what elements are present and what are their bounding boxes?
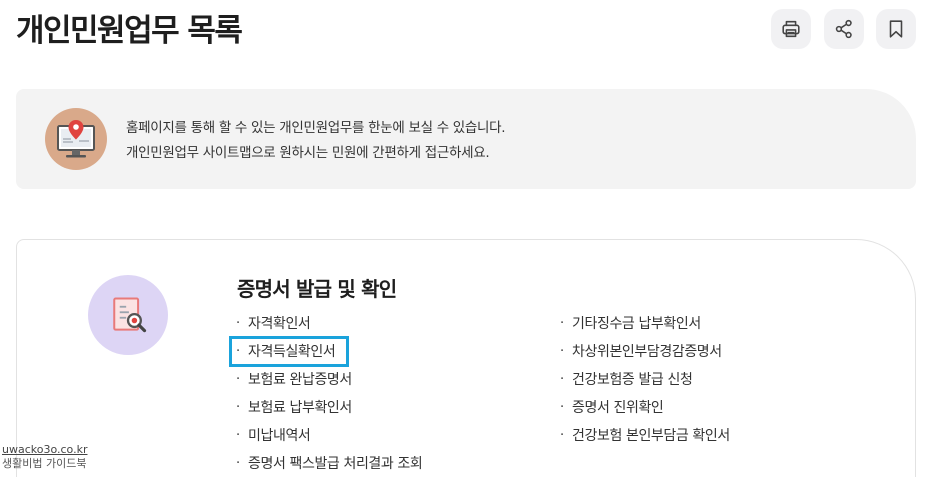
bullet: · [560, 372, 564, 387]
bookmark-button[interactable] [876, 9, 916, 49]
info-line-1: 홈페이지를 통해 할 수 있는 개인민원업무를 한눈에 보실 수 있습니다. [126, 120, 506, 136]
list-item[interactable]: · 보험료 완납증명서 [235, 366, 422, 394]
watermark: uwacko3o.co.kr 생활비법 가이드북 [2, 443, 87, 471]
bookmark-icon [889, 20, 903, 38]
page-title: 개인민원업무 목록 [16, 13, 243, 49]
list-item-highlighted[interactable]: · 자격득실확인서 [235, 338, 422, 366]
list-item[interactable]: · 보험료 납부확인서 [235, 394, 422, 422]
bullet: · [560, 316, 564, 331]
bullet: · [236, 400, 240, 415]
list-item[interactable]: · 건강보험 본인부담금 확인서 [559, 422, 730, 450]
watermark-caption: 생활비법 가이드북 [2, 457, 87, 470]
bullet: · [236, 316, 240, 331]
bullet: · [560, 400, 564, 415]
certificate-card: 증명서 발급 및 확인 · 자격확인서 · 자격득실확인서 · 보험료 완납증명서 ·… [16, 239, 916, 477]
list-item-label: 기타징수금 납부확인서 [572, 316, 701, 332]
bullet: · [560, 344, 564, 359]
list-item[interactable]: · 기타징수금 납부확인서 [559, 310, 730, 338]
list-item[interactable]: · 차상위본인부담경감증명서 [559, 338, 730, 366]
list-item[interactable]: · 미납내역서 [235, 422, 422, 450]
info-line-2: 개인민원업무 사이트맵으로 원하시는 민원에 간편하게 접근하세요. [126, 145, 490, 161]
list-item-label: 보험료 납부확인서 [248, 400, 352, 416]
bullet: · [236, 456, 240, 471]
bullet: · [236, 428, 240, 443]
bullet: · [236, 344, 240, 359]
share-button[interactable] [824, 9, 864, 49]
certificate-list-left: · 자격확인서 · 자격득실확인서 · 보험료 완납증명서 · 보험료 납부확인서 · 미… [235, 310, 423, 477]
list-item[interactable]: · 증명서 팩스발급 처리결과 조회 [235, 450, 423, 477]
share-icon [835, 19, 852, 39]
list-item-label: 건강보험 본인부담금 확인서 [572, 428, 730, 444]
printer-icon [782, 20, 800, 38]
section-title: 증명서 발급 및 확인 [237, 277, 397, 301]
print-button[interactable] [771, 9, 811, 49]
list-item-label: 보험료 완납증명서 [248, 372, 352, 388]
list-item-label: 자격확인서 [248, 316, 311, 332]
list-item[interactable]: · 자격확인서 [235, 310, 422, 338]
document-search-icon [88, 275, 168, 355]
bullet: · [236, 372, 240, 387]
certificate-list-right: · 기타징수금 납부확인서 · 차상위본인부담경감증명서 · 건강보험증 발급 신청 … [559, 310, 730, 450]
list-item-label: 증명서 팩스발급 처리결과 조회 [248, 456, 423, 472]
list-item-label: 증명서 진위확인 [572, 400, 664, 416]
info-banner: 홈페이지를 통해 할 수 있는 개인민원업무를 한눈에 보실 수 있습니다. 개… [16, 89, 916, 189]
list-item[interactable]: · 건강보험증 발급 신청 [559, 366, 730, 394]
list-item[interactable]: · 증명서 진위확인 [559, 394, 730, 422]
list-item-label: 자격득실확인서 [248, 344, 336, 360]
bullet: · [560, 428, 564, 443]
list-item-label: 미납내역서 [248, 428, 311, 444]
watermark-url: uwacko3o.co.kr [2, 443, 88, 456]
list-item-label: 차상위본인부담경감증명서 [572, 344, 722, 360]
monitor-map-pin-icon [45, 108, 107, 170]
list-item-label: 건강보험증 발급 신청 [572, 372, 693, 388]
